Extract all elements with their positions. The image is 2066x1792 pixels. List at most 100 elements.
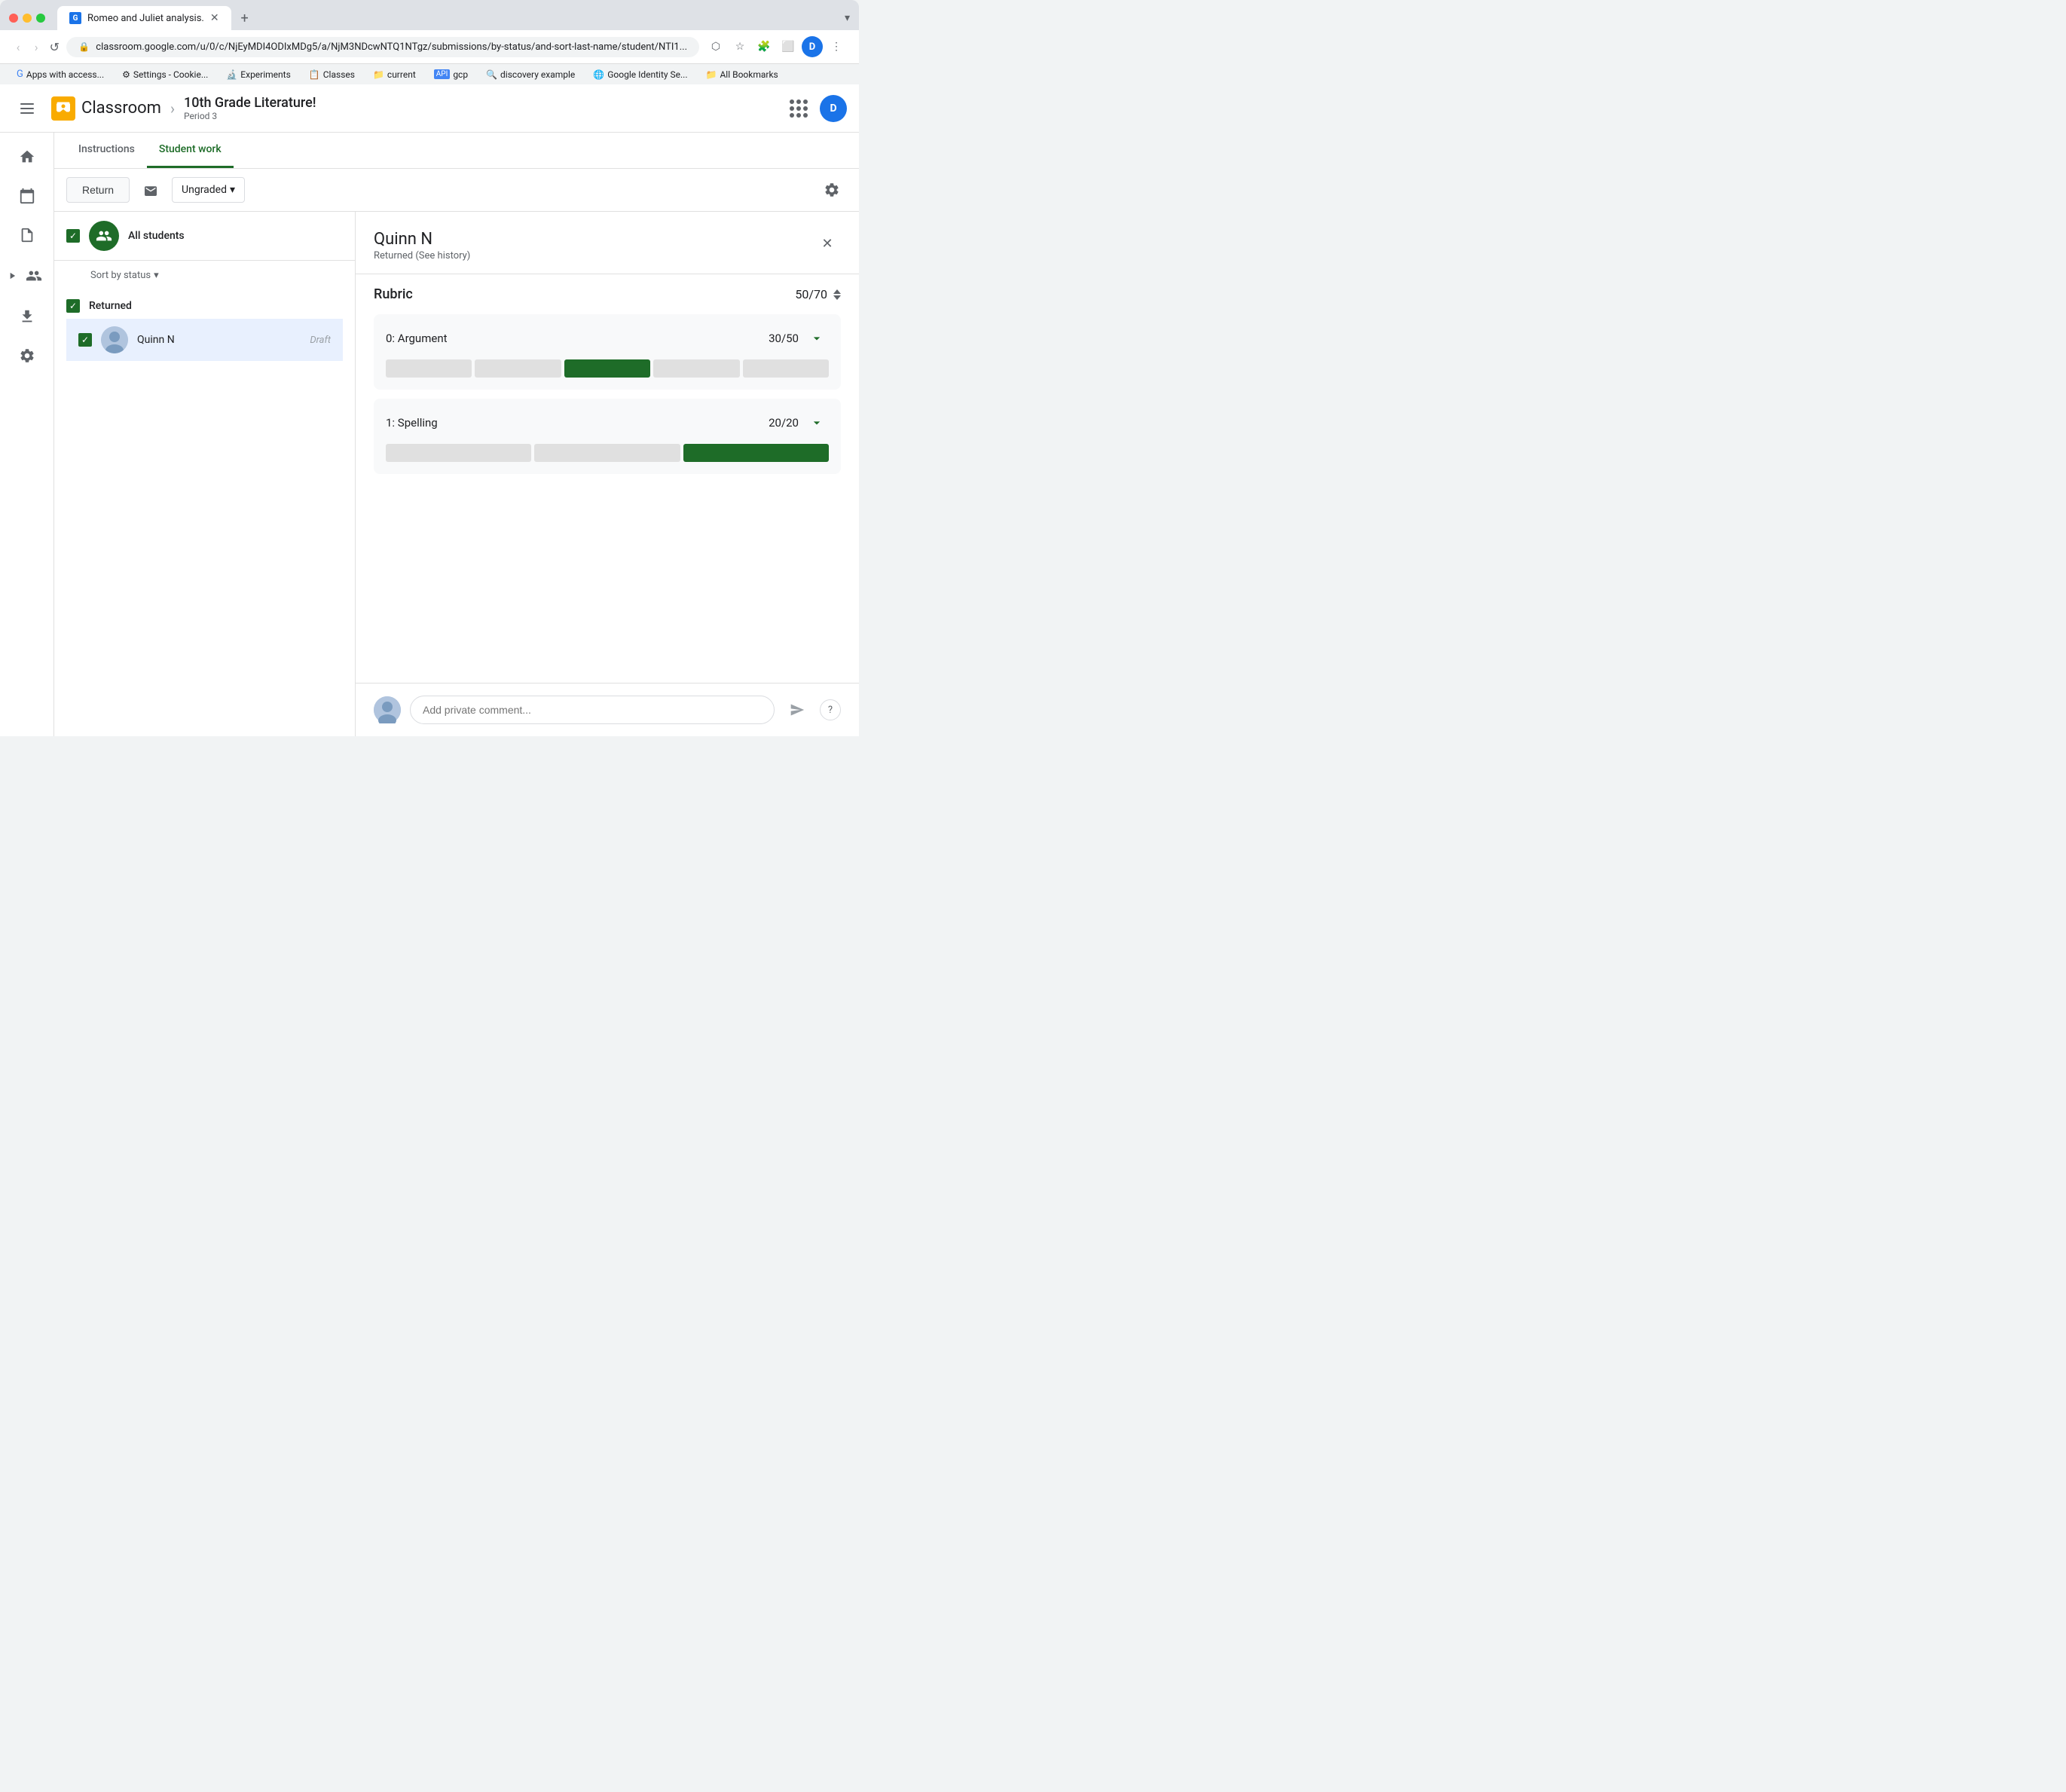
rubric-settings-button[interactable] <box>817 175 847 205</box>
bookmark-all-label: All Bookmarks <box>720 69 778 80</box>
cast-icon[interactable]: ⬡ <box>705 36 726 57</box>
bookmark-apps-label: Apps with access... <box>26 69 104 80</box>
tab-instructions[interactable]: Instructions <box>66 133 147 168</box>
new-tab-button[interactable]: + <box>234 8 255 29</box>
sidebar-icon-upload[interactable] <box>9 298 45 335</box>
sort-button[interactable]: Sort by status ▾ <box>90 270 343 281</box>
tab-overflow-button[interactable]: ▾ <box>845 12 850 24</box>
score-up-arrow[interactable] <box>833 289 841 294</box>
reload-button[interactable]: ↺ <box>48 36 60 57</box>
close-detail-button[interactable]: ✕ <box>814 230 841 257</box>
bar-segment <box>386 444 531 462</box>
hamburger-button[interactable] <box>12 93 42 124</box>
rubric-item-score-argument: 30/50 <box>769 326 829 350</box>
apps-grid-button[interactable] <box>784 93 814 124</box>
spelling-expand-button[interactable] <box>805 411 829 435</box>
student-submission-status: Draft <box>310 335 331 346</box>
score-stepper[interactable] <box>833 289 841 300</box>
chevron-down-icon: ▾ <box>230 184 235 196</box>
toolbar: Return Ungraded ▾ <box>54 169 859 212</box>
tab-student-work[interactable]: Student work <box>147 133 234 168</box>
sidebar-icon-settings[interactable] <box>9 338 45 374</box>
all-students-checkbox[interactable]: ✓ <box>66 229 80 243</box>
course-title: 10th Grade Literature! <box>184 95 316 111</box>
bookmark-gcp-label: gcp <box>453 69 468 80</box>
rubric-score-value: 50/70 <box>795 287 827 301</box>
student-detail-info: Quinn N Returned (See history) <box>374 230 470 261</box>
send-comment-button[interactable] <box>784 696 811 723</box>
email-button[interactable] <box>136 175 166 205</box>
status-header: ✓ Returned <box>66 293 343 319</box>
bookmark-discovery[interactable]: 🔍 discovery example <box>481 68 579 81</box>
argument-rubric-bar <box>386 359 829 378</box>
bookmark-all[interactable]: 📁 All Bookmarks <box>701 68 783 81</box>
course-period: Period 3 <box>184 111 316 121</box>
bookmark-discovery-label: discovery example <box>500 69 575 80</box>
student-avatar <box>101 326 128 353</box>
score-down-arrow[interactable] <box>833 295 841 300</box>
grid-dot <box>790 99 794 104</box>
tab-bar: G Romeo and Juliet analysis. ✕ + ▾ <box>0 0 859 30</box>
app-header: Classroom › 10th Grade Literature! Perio… <box>0 84 859 133</box>
maximize-traffic-light[interactable] <box>36 14 45 23</box>
active-tab[interactable]: G Romeo and Juliet analysis. ✕ <box>57 6 231 30</box>
sidebar-icon-home[interactable] <box>9 139 45 175</box>
bookmark-apps-icon: G <box>17 69 23 80</box>
all-students-row: ✓ All students <box>54 212 355 261</box>
menu-button[interactable]: ⋮ <box>826 36 847 57</box>
sidebar-expand-button[interactable] <box>1 256 53 295</box>
rubric-item-name-argument: 0: Argument <box>386 332 448 345</box>
sort-row: Sort by status ▾ <box>54 261 355 287</box>
grid-dot <box>790 106 794 111</box>
user-avatar[interactable]: D <box>820 95 847 122</box>
bookmark-experiments-icon: 🔬 <box>226 69 237 80</box>
back-button[interactable]: ‹ <box>12 36 24 57</box>
grade-filter-dropdown[interactable]: Ungraded ▾ <box>172 177 245 203</box>
sidebar-icon-calendar[interactable] <box>9 178 45 214</box>
student-row[interactable]: ✓ Quinn N Draft <box>66 319 343 361</box>
return-button[interactable]: Return <box>66 177 130 203</box>
minimize-traffic-light[interactable] <box>23 14 32 23</box>
bookmark-gcp-icon: API <box>434 69 451 79</box>
help-button[interactable]: ? <box>820 699 841 720</box>
bookmark-icon[interactable]: ☆ <box>729 36 750 57</box>
bookmark-google-identity[interactable]: 🌐 Google Identity Se... <box>588 68 692 81</box>
rubric-item-header-spelling: 1: Spelling 20/20 <box>386 411 829 435</box>
bookmark-gcp[interactable]: API gcp <box>429 68 472 81</box>
detail-header: Quinn N Returned (See history) ✕ <box>356 212 859 274</box>
private-comment-input[interactable] <box>410 696 775 724</box>
grid-dot <box>790 113 794 118</box>
forward-button[interactable]: › <box>30 36 42 57</box>
sidebar-icon-assignments[interactable] <box>9 217 45 253</box>
window-icon[interactable]: ⬜ <box>778 36 799 57</box>
extensions-icon[interactable]: 🧩 <box>753 36 775 57</box>
close-traffic-light[interactable] <box>9 14 18 23</box>
status-label: Returned <box>89 300 132 312</box>
all-students-avatar <box>89 221 119 251</box>
two-panel-layout: ✓ All students Sort by status ▾ <box>54 212 859 736</box>
bookmark-current[interactable]: 📁 current <box>368 68 420 81</box>
url-bar[interactable]: 🔒 classroom.google.com/u/0/c/NjEyMDI4ODI… <box>66 37 699 57</box>
bookmark-experiments[interactable]: 🔬 Experiments <box>222 68 295 81</box>
tab-close-button[interactable]: ✕ <box>210 12 219 24</box>
status-section: ✓ Returned ✓ <box>54 287 355 367</box>
bookmark-classes-label: Classes <box>323 69 355 80</box>
rubric-item-argument: 0: Argument 30/50 <box>374 314 841 390</box>
profile-button[interactable]: D <box>802 36 823 57</box>
sort-label: Sort by status <box>90 270 151 281</box>
traffic-lights <box>9 14 45 23</box>
sidebar-icon-people[interactable] <box>20 262 47 289</box>
lock-icon: 🔒 <box>78 41 90 52</box>
returned-checkbox[interactable]: ✓ <box>66 299 80 313</box>
rubric-total-score: 50/70 <box>795 287 841 301</box>
bookmark-classes[interactable]: 📋 Classes <box>304 68 359 81</box>
student-checkbox[interactable]: ✓ <box>78 333 92 347</box>
bookmark-settings[interactable]: ⚙ Settings - Cookie... <box>118 68 212 81</box>
bookmark-apps[interactable]: G Apps with access... <box>12 67 108 81</box>
rubric-item-header-argument: 0: Argument 30/50 <box>386 326 829 350</box>
grid-dot <box>796 106 801 111</box>
bookmark-all-icon: 📁 <box>706 69 717 80</box>
bar-segment <box>386 359 472 378</box>
grid-dots-icon <box>790 99 808 118</box>
argument-expand-button[interactable] <box>805 326 829 350</box>
